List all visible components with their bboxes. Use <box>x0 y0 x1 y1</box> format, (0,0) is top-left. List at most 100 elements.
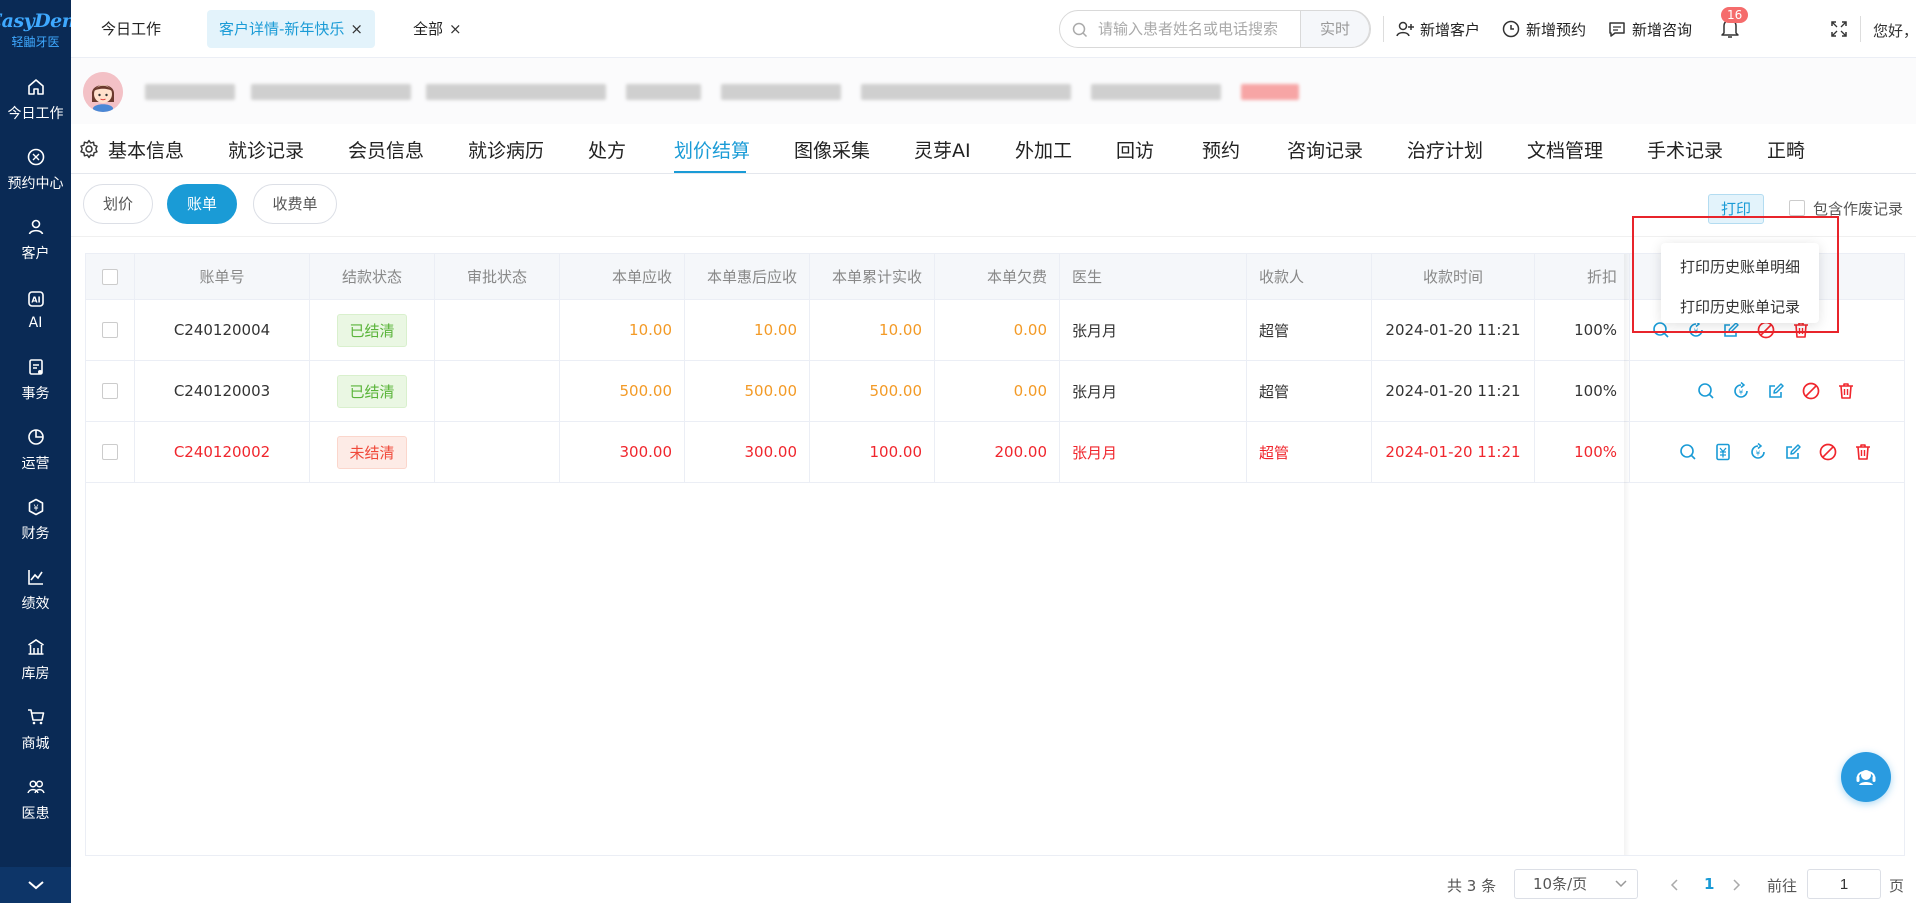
current-page[interactable]: 1 <box>1704 875 1714 893</box>
top-bar: 今日工作 客户详情-新年快乐 × 全部 × 实时 新增客户 新增预约 新增咨询 16… <box>71 0 1916 58</box>
tab-surgery-records[interactable]: 手术记录 <box>1647 136 1723 163</box>
tab-customer-detail[interactable]: 客户详情-新年快乐 × <box>207 10 375 48</box>
close-icon[interactable]: × <box>449 20 462 38</box>
tab-image-capture[interactable]: 图像采集 <box>794 136 870 163</box>
pagination: 共 3 条 10条/页 1 前往 页 <box>71 867 1916 903</box>
column-header: 收款时间 <box>1372 254 1535 299</box>
tab-treatment-plan[interactable]: 治疗计划 <box>1407 136 1483 163</box>
row-actions: ¥ <box>1678 422 1873 482</box>
tab-label: 客户详情-新年快乐 <box>219 20 345 38</box>
close-icon[interactable]: × <box>350 20 363 38</box>
tab-basic-info[interactable]: 基本信息 <box>108 136 184 163</box>
tab-document-management[interactable]: 文档管理 <box>1527 136 1603 163</box>
tab-today-work[interactable]: 今日工作 <box>89 10 173 48</box>
new-consult-button[interactable]: 新增咨询 <box>1607 16 1692 42</box>
sidebar-item-finance[interactable]: ¥ 财务 <box>0 485 71 555</box>
prev-page-icon[interactable] <box>1670 878 1680 892</box>
bill-tab-button[interactable]: 账单 <box>167 184 237 224</box>
discounted-amount: 300.00 <box>685 422 810 482</box>
sidebar-item-mall[interactable]: 商城 <box>0 695 71 765</box>
redacted-info <box>426 84 606 100</box>
refund-icon[interactable]: ¥ <box>1731 381 1751 401</box>
brand-subtitle: 轻鼬牙医 <box>11 35 60 49</box>
tab-visit-records[interactable]: 就诊记录 <box>228 136 304 163</box>
view-icon[interactable] <box>1696 381 1716 401</box>
tab-medical-records[interactable]: 就诊病历 <box>468 136 544 163</box>
view-icon[interactable] <box>1678 442 1698 462</box>
sidebar-item-warehouse[interactable]: 库房 <box>0 625 71 695</box>
gear-icon <box>80 139 98 159</box>
tab-external-processing[interactable]: 外加工 <box>1015 136 1072 163</box>
goto-page-input[interactable] <box>1807 869 1881 899</box>
void-icon[interactable] <box>1801 381 1821 401</box>
sidebar-item-operations[interactable]: 运营 <box>0 415 71 485</box>
sidebar-item-appointment-center[interactable]: 预约中心 <box>0 135 71 205</box>
tab-orthodontics[interactable]: 正畸 <box>1767 136 1805 163</box>
avatar <box>83 72 123 112</box>
pricing-tab-button[interactable]: 划价 <box>83 184 153 224</box>
customer-support-button[interactable] <box>1841 752 1891 802</box>
add-user-icon <box>1396 21 1414 37</box>
brand-logo: EasyDent 轻鼬牙医 <box>0 0 84 60</box>
void-icon[interactable] <box>1818 442 1838 462</box>
redacted-info <box>721 84 841 100</box>
redacted-info <box>251 84 411 100</box>
tab-consult-records[interactable]: 咨询记录 <box>1287 136 1363 163</box>
tab-follow-up[interactable]: 回访 <box>1116 136 1154 163</box>
sidebar-item-label: 财务 <box>21 526 50 542</box>
sidebar-item-label: 医患 <box>21 806 50 822</box>
next-page-icon[interactable] <box>1731 878 1741 892</box>
row-checkbox[interactable] <box>102 383 118 399</box>
tab-member-info[interactable]: 会员信息 <box>348 136 424 163</box>
include-void-checkbox[interactable] <box>1789 200 1805 216</box>
column-header: 医生 <box>1060 254 1247 299</box>
delete-icon[interactable] <box>1853 442 1873 462</box>
sidebar-item-doctor-patient[interactable]: 医患 <box>0 765 71 835</box>
sidebar-item-customer[interactable]: 客户 <box>0 205 71 275</box>
status-cell: 已结清 <box>310 361 435 421</box>
sidebar-item-label: 运营 <box>21 456 50 472</box>
sidebar-item-label: 客户 <box>21 246 50 262</box>
sidebar-item-affairs[interactable]: 事务 <box>0 345 71 415</box>
page-size-select[interactable]: 10条/页 <box>1514 869 1638 899</box>
delete-icon[interactable] <box>1836 381 1856 401</box>
discounted-amount: 10.00 <box>685 300 810 360</box>
receivable-amount: 500.00 <box>560 361 685 421</box>
row-checkbox[interactable] <box>102 444 118 460</box>
column-header: 折扣 <box>1535 254 1630 299</box>
home-icon <box>27 79 44 95</box>
row-checkbox[interactable] <box>102 322 118 338</box>
pay-icon[interactable] <box>1713 442 1733 462</box>
column-header: 审批状态 <box>435 254 560 299</box>
refund-icon[interactable]: ¥ <box>1748 442 1768 462</box>
new-appointment-button[interactable]: 新增预约 <box>1501 16 1586 42</box>
approval-status <box>435 300 560 360</box>
sidebar-item-performance[interactable]: 绩效 <box>0 555 71 625</box>
edit-icon[interactable] <box>1783 442 1803 462</box>
search-input[interactable] <box>1098 11 1288 47</box>
tab-lingya-ai[interactable]: 灵芽AI <box>914 136 971 163</box>
sidebar-item-ai[interactable]: AI AI <box>0 275 71 345</box>
edit-icon[interactable] <box>1766 381 1786 401</box>
status-cell: 已结清 <box>310 300 435 360</box>
realtime-button[interactable]: 实时 <box>1300 10 1370 48</box>
new-customer-button[interactable]: 新增客户 <box>1395 16 1480 42</box>
select-all-checkbox[interactable] <box>102 268 118 285</box>
user-greeting[interactable]: 您好，超管 <box>1873 20 1916 41</box>
sidebar-collapse-button[interactable] <box>0 867 71 903</box>
fullscreen-button[interactable] <box>1829 16 1854 42</box>
detail-tabs: 基本信息 就诊记录 会员信息 就诊病历 处方 划价结算 图像采集 灵芽AI 外加… <box>71 124 1916 174</box>
cart-icon <box>27 709 44 725</box>
receivable-amount: 300.00 <box>560 422 685 482</box>
sidebar-item-today-work[interactable]: 今日工作 <box>0 65 71 135</box>
bill-table: 账单号 结款状态 审批状态 本单应收 本单惠后应收 本单累计实收 本单欠费 医生… <box>85 253 1905 856</box>
approval-status <box>435 361 560 421</box>
tab-appointment[interactable]: 预约 <box>1202 136 1240 163</box>
column-header: 本单应收 <box>560 254 685 299</box>
owed-amount: 200.00 <box>935 422 1060 482</box>
receipt-tab-button[interactable]: 收费单 <box>253 184 337 224</box>
tab-prescription[interactable]: 处方 <box>588 136 626 163</box>
sidebar-item-label: AI <box>28 315 43 331</box>
tab-all[interactable]: 全部 × <box>401 10 474 48</box>
tab-pricing-settlement[interactable]: 划价结算 <box>674 136 750 163</box>
